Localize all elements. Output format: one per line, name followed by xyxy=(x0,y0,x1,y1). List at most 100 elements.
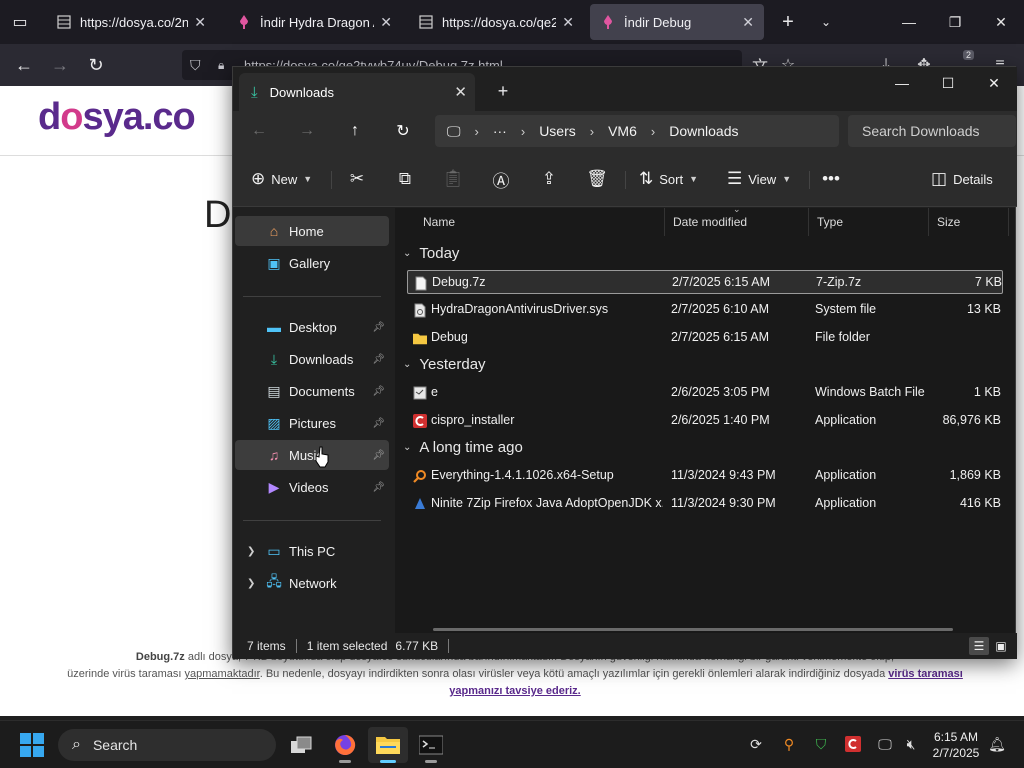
up-arrow-icon[interactable]: ↑ xyxy=(339,115,371,147)
sidebar-item-videos[interactable]: ▶ Videos 📌︎ xyxy=(235,472,389,502)
everything-search-icon[interactable]: ⚲ xyxy=(778,733,800,755)
toolbar-divider xyxy=(331,171,332,189)
start-windows-icon[interactable] xyxy=(20,733,44,757)
close-tab-icon[interactable]: ✕ xyxy=(454,83,467,101)
scissors-icon: ✂ xyxy=(349,169,365,188)
group-header-long-time-ago[interactable]: ⌄ A long time ago xyxy=(397,434,523,460)
sort-button[interactable]: ⇅ Sort ▼ xyxy=(639,163,698,195)
task-view-button[interactable] xyxy=(282,727,322,763)
close-tab-icon[interactable]: ✕ xyxy=(562,14,574,31)
network-monitor-icon[interactable]: 🖵︎ xyxy=(874,733,896,755)
file-row[interactable]: e 2/6/2025 3:05 PM Windows Batch File 1 … xyxy=(407,381,1003,405)
details-pane-button[interactable]: ◫ Details xyxy=(931,163,993,195)
pin-icon[interactable]: 📌︎ xyxy=(372,354,385,365)
file-row[interactable]: cispro_installer 2/6/2025 1:40 PM Applic… xyxy=(407,409,1003,433)
terminal-app[interactable] xyxy=(411,727,451,763)
view-button[interactable]: ☰ View ▼ xyxy=(727,163,791,195)
close-tab-icon[interactable]: ✕ xyxy=(194,14,206,31)
minimize-window-button[interactable]: — xyxy=(879,67,925,99)
share-button[interactable]: ⇪ xyxy=(533,163,565,195)
explorer-tab-downloads[interactable]: ⤓ Downloads ✕ xyxy=(239,73,475,111)
sidebar-item-network[interactable]: ❯ 🖧︎ Network xyxy=(235,568,389,598)
file-row[interactable]: Ninite 7Zip Firefox Java AdoptOpenJDK x.… xyxy=(407,492,1003,516)
new-tab-plus-icon[interactable]: + xyxy=(489,77,517,105)
pin-icon[interactable]: 📌︎ xyxy=(372,482,385,493)
chevron-right-icon[interactable]: ❯ xyxy=(247,578,255,589)
minimize-window-button[interactable]: — xyxy=(886,0,932,44)
group-header-today[interactable]: ⌄ Today xyxy=(397,240,459,266)
details-view-button[interactable]: ☰ xyxy=(969,637,989,655)
sidebar-item-downloads[interactable]: ⤓ Downloads 📌︎ xyxy=(235,344,389,374)
sidebar-item-desktop[interactable]: ▬ Desktop 📌︎ xyxy=(235,312,389,342)
list-tabs-chevron-icon[interactable]: ⌄ xyxy=(812,6,840,38)
notification-bell-icon[interactable]: 🔔︎ xyxy=(986,733,1008,755)
refresh-icon[interactable]: ↻ xyxy=(387,115,419,147)
chevron-right-icon[interactable]: ❯ xyxy=(247,546,255,557)
breadcrumb-users[interactable]: Users xyxy=(539,123,576,139)
address-bar[interactable]: 🖵︎ › ··· › Users › VM6 › Downloads xyxy=(435,115,839,147)
browser-tab-1[interactable]: https://dosya.co/2nkgg ✕ xyxy=(46,4,216,40)
sidebar-item-gallery[interactable]: ▣ Gallery xyxy=(235,248,389,278)
defender-shield-icon[interactable]: ⛉ xyxy=(810,733,832,755)
column-name[interactable]: Name xyxy=(415,208,665,236)
shield-icon: ⛉ xyxy=(190,56,201,73)
new-button[interactable]: ⊕ New ▼ xyxy=(251,163,312,195)
file-row[interactable]: Everything-1.4.1.1026.x64-Setup 11/3/202… xyxy=(407,464,1003,488)
browser-tab-3[interactable]: https://dosya.co/qe2tvy ✕ xyxy=(408,4,584,40)
forward-arrow-icon[interactable]: → xyxy=(291,115,323,147)
column-type[interactable]: Type xyxy=(809,208,929,236)
group-header-yesterday[interactable]: ⌄ Yesterday xyxy=(397,351,486,377)
page-title: D xyxy=(204,194,232,236)
sidebar-item-music[interactable]: ♫ Music 📌︎ xyxy=(235,440,389,470)
horizontal-scrollbar[interactable] xyxy=(433,628,953,631)
more-dots-icon[interactable]: ··· xyxy=(493,123,507,139)
sidebar-item-this-pc[interactable]: ❯ ▭ This PC xyxy=(235,536,389,566)
tiles-view-button[interactable]: ▣ xyxy=(991,637,1011,655)
new-tab-plus-icon[interactable]: + xyxy=(774,6,802,38)
volume-muted-icon[interactable]: 🔇︎ xyxy=(900,733,922,755)
breadcrumb-vm6[interactable]: VM6 xyxy=(608,123,637,139)
pin-icon[interactable]: 📌︎ xyxy=(372,386,385,397)
see-more-button[interactable]: ••• xyxy=(815,163,847,195)
chevron-right-icon: › xyxy=(520,123,526,139)
dosya-logo[interactable]: dosya.co xyxy=(38,96,196,139)
sync-refresh-icon[interactable]: ⟳ xyxy=(745,733,767,755)
taskbar-search[interactable]: ⌕ Search xyxy=(58,729,276,761)
copy-button[interactable]: ⧉ xyxy=(389,163,421,195)
back-arrow-icon[interactable]: ← xyxy=(243,115,275,147)
pin-icon[interactable]: 📌︎ xyxy=(372,418,385,429)
maximize-window-button[interactable]: ☐ xyxy=(925,67,971,99)
paste-button[interactable]: 📋︎ xyxy=(437,163,469,195)
close-tab-icon[interactable]: ✕ xyxy=(380,14,392,31)
pin-icon[interactable]: 📌︎ xyxy=(372,322,385,333)
file-row[interactable]: Debug.7z 2/7/2025 6:15 AM 7-Zip.7z 7 KB xyxy=(407,270,1003,294)
file-row[interactable]: Debug 2/7/2025 6:15 AM File folder xyxy=(407,326,1003,350)
restore-window-button[interactable]: ❐ xyxy=(932,0,978,44)
cut-button[interactable]: ✂ xyxy=(341,163,373,195)
delete-button[interactable]: 🗑︎ xyxy=(581,163,613,195)
reload-icon[interactable]: ↻ xyxy=(82,50,110,80)
breadcrumb-downloads[interactable]: Downloads xyxy=(669,123,738,139)
file-row[interactable]: HydraDragonAntivirusDriver.sys 2/7/2025 … xyxy=(407,298,1003,322)
sidebar-item-documents[interactable]: ▤ Documents 📌︎ xyxy=(235,376,389,406)
file-explorer-app[interactable] xyxy=(368,727,408,763)
sidebar-item-home[interactable]: ⌂ Home xyxy=(235,216,389,246)
pin-icon[interactable]: 📌︎ xyxy=(372,450,385,461)
column-size[interactable]: Size xyxy=(929,208,1009,236)
close-tab-icon[interactable]: ✕ xyxy=(742,14,754,31)
close-window-button[interactable]: ✕ xyxy=(971,67,1017,99)
forward-arrow-icon[interactable]: → xyxy=(46,50,74,80)
browser-tab-4-active[interactable]: İndir Debug ✕ xyxy=(590,4,764,40)
tab-overview-icon[interactable]: ▭ xyxy=(6,6,34,38)
sidebar-item-pictures[interactable]: ▨ Pictures 📌︎ xyxy=(235,408,389,438)
taskbar-clock[interactable]: 6:15 AM 2/7/2025 xyxy=(928,729,984,761)
network-icon: 🖧︎ xyxy=(266,573,282,589)
back-arrow-icon[interactable]: ← xyxy=(10,50,38,80)
rename-button[interactable]: Ⓐ xyxy=(485,163,517,195)
search-downloads-input[interactable]: Search Downloads xyxy=(848,115,1016,147)
browser-tab-2[interactable]: İndir Hydra Dragon Anti ✕ xyxy=(226,4,402,40)
download-arrow-icon: ⤓ xyxy=(270,350,278,367)
close-window-button[interactable]: ✕ xyxy=(978,0,1024,44)
comodo-icon[interactable] xyxy=(842,733,864,755)
firefox-app[interactable] xyxy=(325,727,365,763)
